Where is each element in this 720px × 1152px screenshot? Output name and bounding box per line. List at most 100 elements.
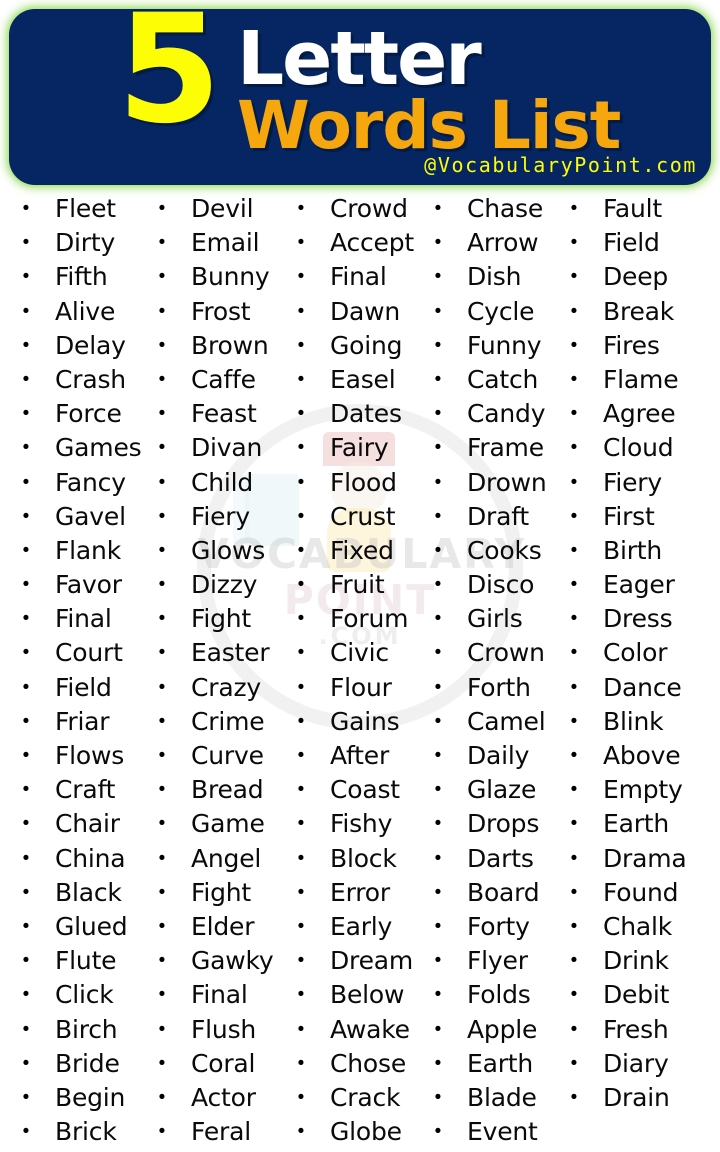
bullet-icon: •: [158, 574, 166, 596]
list-item: • Divan: [150, 431, 289, 465]
word-text: Drama: [603, 843, 687, 873]
bullet-icon: •: [22, 915, 30, 937]
bullet-icon: •: [297, 915, 305, 937]
bullet-icon: •: [570, 471, 578, 493]
word-text: Drops: [467, 809, 540, 839]
word-text: Camel: [467, 706, 546, 736]
list-item: • Early: [289, 910, 426, 944]
list-item: • Apple: [426, 1013, 562, 1047]
bullet-icon: •: [570, 300, 578, 322]
word-text: Glued: [55, 911, 128, 941]
word-text: Caffe: [191, 364, 256, 394]
bullet-icon: •: [434, 403, 442, 425]
list-item: • Fault: [562, 192, 712, 226]
list-item: • Crazy: [150, 671, 289, 705]
bullet-icon: •: [434, 710, 442, 732]
bullet-icon: •: [22, 779, 30, 801]
bullet-icon: •: [22, 403, 30, 425]
list-item: • Drink: [562, 944, 712, 978]
word-text: Crash: [55, 364, 126, 394]
bullet-icon: •: [22, 984, 30, 1006]
bullet-icon: •: [158, 881, 166, 903]
bullet-icon: •: [297, 403, 305, 425]
word-text: Fancy: [55, 467, 126, 497]
bullet-icon: •: [297, 676, 305, 698]
bullet-icon: •: [22, 847, 30, 869]
page-title: 5 Letter Words List: [9, 9, 711, 159]
word-text: Fishy: [330, 809, 393, 839]
list-item: • Awake: [289, 1013, 426, 1047]
bullet-icon: •: [570, 539, 578, 561]
list-item: • Fiery: [150, 500, 289, 534]
word-text: Gavel: [55, 501, 126, 531]
list-item: • Dream: [289, 944, 426, 978]
word-text: Field: [55, 672, 112, 702]
word-text: Board: [467, 877, 540, 907]
list-item: • Disco: [426, 568, 562, 602]
list-item: • Feral: [150, 1115, 289, 1149]
bullet-icon: •: [297, 950, 305, 972]
list-item: • Force: [14, 397, 150, 431]
bullet-icon: •: [22, 232, 30, 254]
site-credit: @VocabularyPoint.com: [424, 153, 697, 177]
word-text: Fixed: [330, 535, 394, 565]
list-item: • Frame: [426, 431, 562, 465]
bullet-icon: •: [158, 198, 166, 219]
list-item: • Eager: [562, 568, 712, 602]
list-item: • Girls: [426, 602, 562, 636]
list-item: • Fixed: [289, 534, 426, 568]
word-text: Flyer: [467, 946, 528, 976]
list-item: • Below: [289, 978, 426, 1012]
bullet-icon: •: [434, 1018, 442, 1040]
title-number-5: 5: [117, 9, 221, 157]
word-text: Birth: [603, 535, 663, 565]
bullet-icon: •: [158, 608, 166, 630]
bullet-icon: •: [158, 1052, 166, 1074]
word-text: Brick: [55, 1117, 117, 1147]
word-text: Bread: [191, 775, 264, 805]
word-text: Click: [55, 980, 114, 1010]
list-item: • Chose: [289, 1047, 426, 1081]
bullet-icon: •: [297, 847, 305, 869]
list-item: • Cycle: [426, 295, 562, 329]
list-item: • Favor: [14, 568, 150, 602]
word-text: Globe: [330, 1117, 402, 1147]
list-item: • After: [289, 739, 426, 773]
bullet-icon: •: [22, 471, 30, 493]
word-text: Girls: [467, 604, 523, 634]
list-item: • Flyer: [426, 944, 562, 978]
bullet-icon: •: [22, 813, 30, 835]
word-text: Chair: [55, 809, 120, 839]
header-banner: 5 Letter Words List @VocabularyPoint.com: [9, 9, 711, 185]
title-words-list: Words List: [237, 87, 621, 164]
list-item: • Actor: [150, 1081, 289, 1115]
bullet-icon: •: [570, 881, 578, 903]
word-text: Feral: [191, 1117, 251, 1147]
word-text: Blade: [467, 1082, 537, 1112]
bullet-icon: •: [434, 881, 442, 903]
list-item: • Block: [289, 842, 426, 876]
word-text: Crime: [191, 706, 265, 736]
word-text: Dates: [330, 399, 402, 429]
bullet-icon: •: [297, 984, 305, 1006]
bullet-icon: •: [570, 745, 578, 766]
word-text: Black: [55, 877, 122, 907]
word-text: Dirty: [55, 228, 116, 258]
bullet-icon: •: [22, 368, 30, 390]
bullet-icon: •: [570, 266, 578, 288]
list-item: • Candy: [426, 397, 562, 431]
bullet-icon: •: [434, 779, 442, 801]
bullet-icon: •: [570, 915, 578, 937]
list-item: • Crowd: [289, 192, 426, 226]
list-item: • Draft: [426, 500, 562, 534]
bullet-icon: •: [297, 232, 305, 254]
list-item: • Friar: [14, 705, 150, 739]
word-text: Easel: [330, 364, 396, 394]
list-item: • Folds: [426, 978, 562, 1012]
word-text: Fifth: [55, 262, 108, 292]
list-item: • Drown: [426, 466, 562, 500]
word-text: Color: [603, 638, 668, 668]
bullet-icon: •: [158, 334, 166, 356]
bullet-icon: •: [570, 437, 578, 459]
word-text: Candy: [467, 399, 546, 429]
